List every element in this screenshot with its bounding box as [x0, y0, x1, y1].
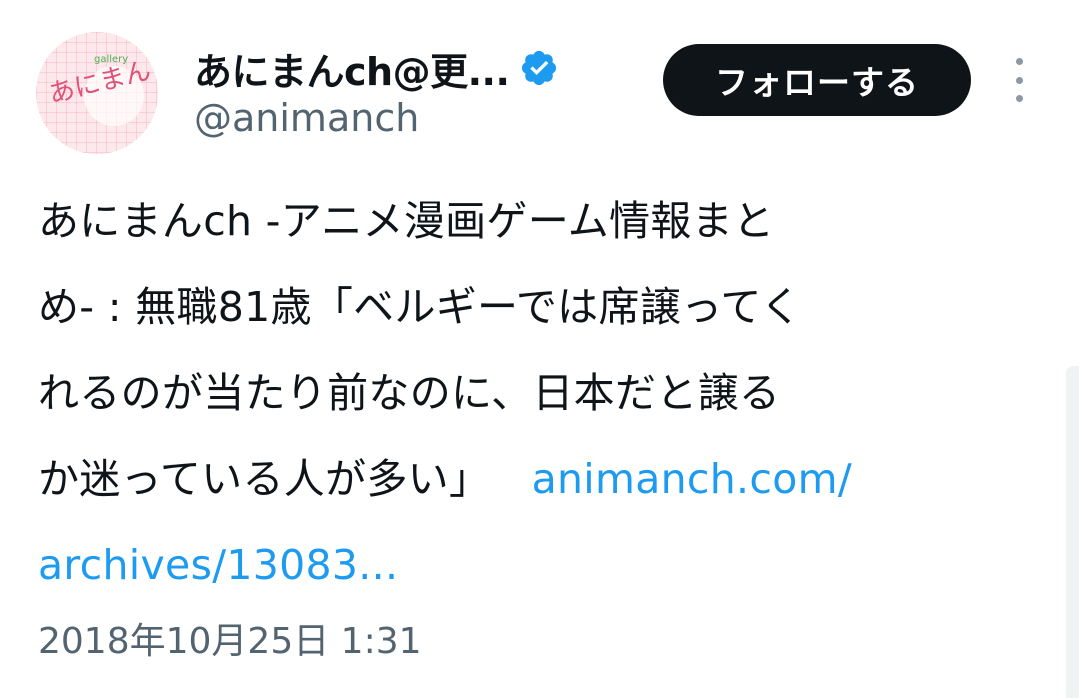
avatar-image: あにまん gallery [36, 32, 158, 154]
verified-badge-icon [519, 48, 559, 88]
tweet-card: あにまん gallery あにまんch@更... @animanch フォローす… [0, 0, 1079, 698]
tweet-timestamp[interactable]: 2018年10月25日 1:31 [38, 612, 422, 664]
more-options-icon[interactable] [1004, 58, 1034, 102]
article-link-continued[interactable]: archives/13083... [38, 541, 398, 589]
tweet-text-line: あにまんch -アニメ漫画ゲーム情報まと [38, 197, 775, 245]
tweet-text-line: れるのが当たり前なのに、日本だと譲る [38, 369, 781, 417]
tweet-text-line: か迷っている人が多い」 animanch.com/ [38, 436, 1038, 522]
tweet-text: あにまんch -アニメ漫画ゲーム情報まと め- : 無職81歳「ベルギーでは席譲… [38, 178, 1038, 608]
tweet-text-segment: か迷っている人が多い」 [38, 455, 491, 503]
user-handle[interactable]: @animanch [194, 96, 419, 140]
article-link[interactable]: animanch.com/ [532, 455, 852, 503]
follow-button[interactable]: フォローする [663, 44, 971, 116]
tweet-text-line: archives/13083... [38, 522, 1038, 608]
avatar[interactable]: あにまん gallery [36, 32, 158, 154]
scrollbar-track[interactable] [1066, 366, 1079, 698]
svg-text:gallery: gallery [94, 54, 128, 65]
tweet-text-line: め- : 無職81歳「ベルギーでは席譲ってく [38, 283, 802, 331]
author-name-row: あにまんch@更... [194, 40, 559, 96]
display-name[interactable]: あにまんch@更... [194, 41, 510, 96]
